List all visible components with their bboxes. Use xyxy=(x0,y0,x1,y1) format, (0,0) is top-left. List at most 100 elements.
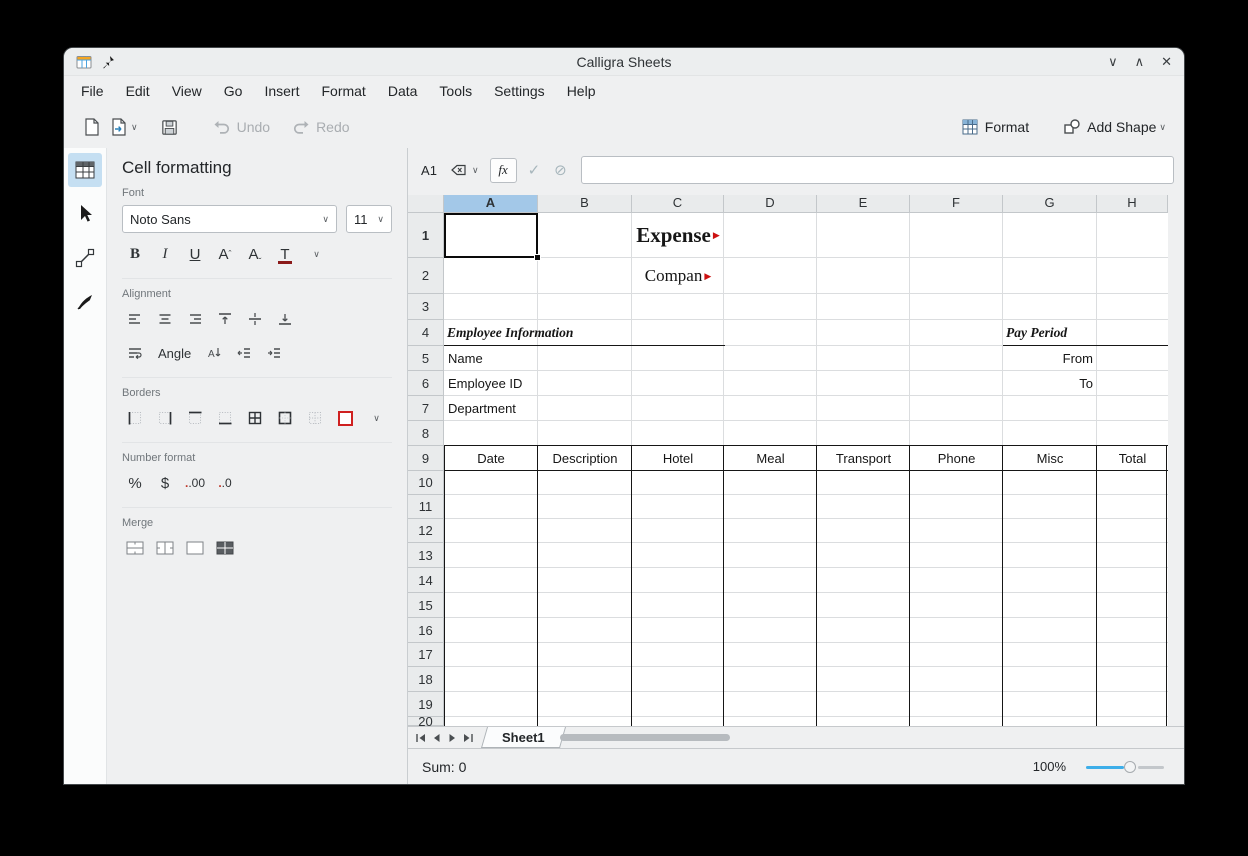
table-header-total[interactable]: Total xyxy=(1097,446,1168,471)
underline-button[interactable]: U xyxy=(182,241,208,267)
menu-settings[interactable]: Settings xyxy=(483,80,556,102)
save-button[interactable] xyxy=(156,112,183,142)
table-header-meal[interactable]: Meal xyxy=(724,446,817,471)
cell-to[interactable]: To xyxy=(1003,371,1097,396)
font-color-chevron[interactable]: ∨ xyxy=(302,241,328,267)
table-header-hotel[interactable]: Hotel xyxy=(632,446,724,471)
increase-indent-button[interactable] xyxy=(261,340,287,366)
cell-reference-dropdown[interactable]: ∨ xyxy=(448,162,482,178)
align-top-button[interactable] xyxy=(212,306,238,332)
table-header-description[interactable]: Description xyxy=(538,446,632,471)
next-sheet-button[interactable] xyxy=(444,729,460,747)
decrease-indent-button[interactable] xyxy=(231,340,257,366)
row-header-15[interactable]: 15 xyxy=(408,593,444,618)
titlebar[interactable]: Calligra Sheets ∨ ∧ ✕ xyxy=(64,48,1184,76)
menu-tools[interactable]: Tools xyxy=(428,80,483,102)
bold-button[interactable]: B xyxy=(122,241,148,267)
new-document-button[interactable] xyxy=(78,112,105,142)
border-bottom-button[interactable] xyxy=(212,405,238,431)
row-header-4[interactable]: 4 xyxy=(408,320,444,346)
wrap-text-button[interactable] xyxy=(122,340,148,366)
sheet-tab-sheet1[interactable]: Sheet1 xyxy=(481,727,566,748)
cell-expense-title[interactable]: Expense ▶ xyxy=(632,213,724,258)
cell-name[interactable]: Name xyxy=(444,346,594,371)
font-color-button[interactable]: T xyxy=(272,241,298,267)
maximize-button[interactable]: ∧ xyxy=(1135,54,1145,70)
currency-format-button[interactable]: $ xyxy=(152,470,178,496)
column-header-E[interactable]: E xyxy=(817,195,910,213)
border-right-button[interactable] xyxy=(152,405,178,431)
zoom-slider-handle[interactable] xyxy=(1124,761,1136,773)
angle-button[interactable]: Angle xyxy=(152,340,197,366)
percent-format-button[interactable]: % xyxy=(122,470,148,496)
undo-button[interactable]: Undo xyxy=(209,112,274,142)
connector-tool-button[interactable] xyxy=(68,241,102,275)
cell-pay-period[interactable]: Pay Period xyxy=(1003,320,1168,346)
table-header-date[interactable]: Date xyxy=(444,446,538,471)
column-header-D[interactable]: D xyxy=(724,195,817,213)
row-header-9[interactable]: 9 xyxy=(408,446,444,471)
row-header-10[interactable]: 10 xyxy=(408,471,444,495)
row-header-7[interactable]: 7 xyxy=(408,396,444,421)
merge-vertical-button[interactable] xyxy=(152,535,178,561)
row-header-16[interactable]: 16 xyxy=(408,618,444,643)
cancel-button[interactable]: ⊘ xyxy=(551,161,570,179)
menu-insert[interactable]: Insert xyxy=(253,80,310,102)
format-button[interactable]: Format xyxy=(957,112,1033,142)
zoom-slider[interactable] xyxy=(1086,760,1164,774)
menu-go[interactable]: Go xyxy=(213,80,254,102)
menu-help[interactable]: Help xyxy=(556,80,607,102)
column-header-C[interactable]: C xyxy=(632,195,724,213)
row-header-20[interactable]: 20 xyxy=(408,717,444,726)
row-header-8[interactable]: 8 xyxy=(408,421,444,446)
cell-employee-id[interactable]: Employee ID xyxy=(444,371,594,396)
row-header-5[interactable]: 5 xyxy=(408,346,444,371)
formula-input[interactable] xyxy=(581,156,1174,184)
border-top-button[interactable] xyxy=(182,405,208,431)
merge-horizontal-button[interactable] xyxy=(122,535,148,561)
row-header-1[interactable]: 1 xyxy=(408,213,444,258)
cell-department[interactable]: Department xyxy=(444,396,594,421)
row-header-2[interactable]: 2 xyxy=(408,258,444,294)
cells-viewport[interactable]: DateDescriptionHotelMealTransportPhoneMi… xyxy=(444,213,1168,726)
align-bottom-button[interactable] xyxy=(272,306,298,332)
menu-edit[interactable]: Edit xyxy=(115,80,161,102)
row-header-6[interactable]: 6 xyxy=(408,371,444,396)
menu-data[interactable]: Data xyxy=(377,80,429,102)
superscript-button[interactable]: Aˆ xyxy=(212,241,238,267)
selection-marquee[interactable] xyxy=(444,213,538,258)
last-sheet-button[interactable] xyxy=(460,729,476,747)
spreadsheet-tool-button[interactable] xyxy=(68,153,102,187)
column-header-G[interactable]: G xyxy=(1003,195,1097,213)
cell-company-name[interactable]: Compan ▶ xyxy=(632,258,724,294)
menu-view[interactable]: View xyxy=(161,80,213,102)
accept-button[interactable]: ✓ xyxy=(525,161,544,179)
select-all-corner[interactable] xyxy=(408,195,444,213)
previous-sheet-button[interactable] xyxy=(428,729,444,747)
column-header-A[interactable]: A xyxy=(444,195,538,213)
merge-all-button[interactable] xyxy=(182,535,208,561)
row-header-14[interactable]: 14 xyxy=(408,568,444,593)
menu-file[interactable]: File xyxy=(70,80,115,102)
row-header-13[interactable]: 13 xyxy=(408,543,444,568)
column-header-F[interactable]: F xyxy=(910,195,1003,213)
row-header-12[interactable]: 12 xyxy=(408,519,444,543)
border-color-chevron[interactable]: ∨ xyxy=(362,405,388,431)
align-center-button[interactable] xyxy=(152,306,178,332)
border-none-button[interactable] xyxy=(302,405,328,431)
pin-icon[interactable] xyxy=(101,55,115,69)
increase-precision-button[interactable]: ..00 xyxy=(182,470,208,496)
close-button[interactable]: ✕ xyxy=(1161,54,1172,70)
selection-fill-handle[interactable] xyxy=(534,254,541,261)
table-header-misc[interactable]: Misc xyxy=(1003,446,1097,471)
dissolve-merge-button[interactable] xyxy=(212,535,238,561)
border-all-button[interactable] xyxy=(242,405,268,431)
minimize-button[interactable]: ∨ xyxy=(1108,54,1118,70)
border-outline-button[interactable] xyxy=(272,405,298,431)
font-size-select[interactable]: 11 ∨ xyxy=(346,205,392,233)
calligraphy-tool-button[interactable] xyxy=(68,285,102,319)
cell-employee-information[interactable]: Employee Information xyxy=(444,320,725,346)
align-right-button[interactable] xyxy=(182,306,208,332)
align-left-button[interactable] xyxy=(122,306,148,332)
table-header-transport[interactable]: Transport xyxy=(817,446,910,471)
